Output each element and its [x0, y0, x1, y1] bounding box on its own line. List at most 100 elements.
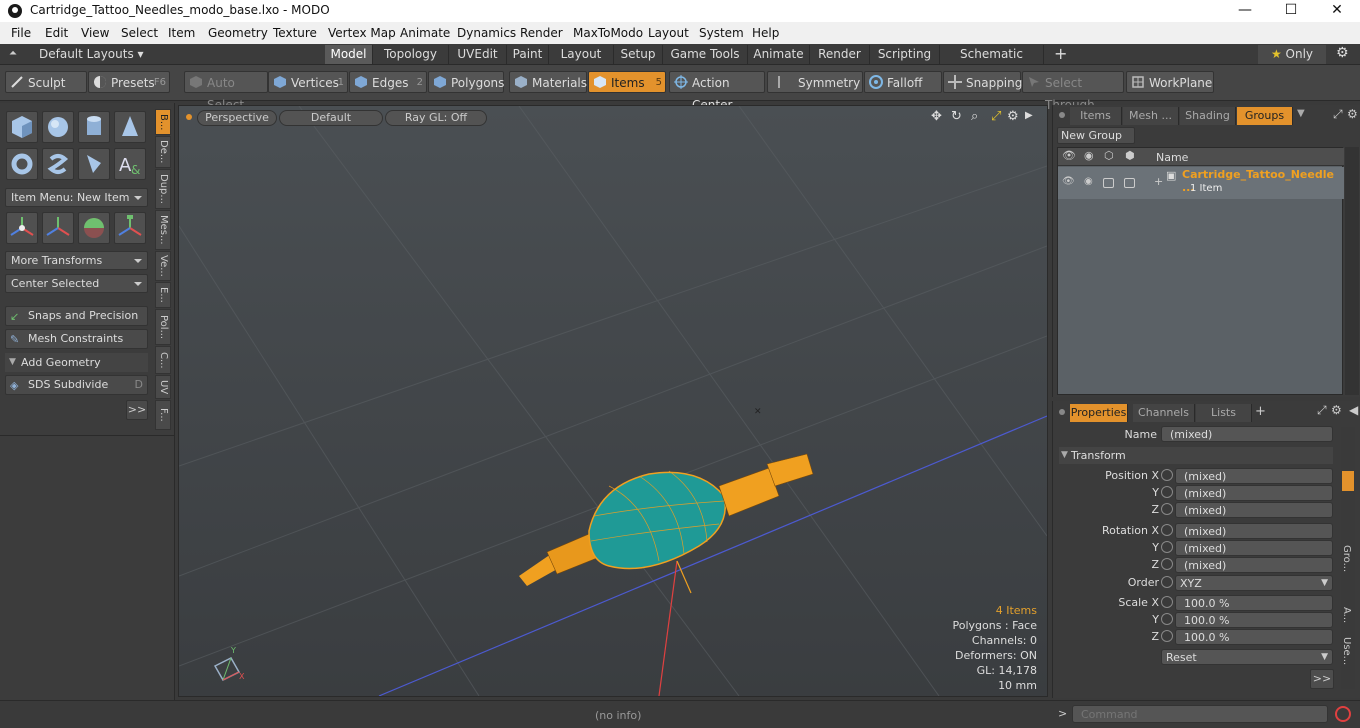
- scale-tool[interactable]: [114, 212, 146, 244]
- tab-mesh[interactable]: Mesh ...: [1123, 107, 1179, 125]
- presets-button[interactable]: Presets F6: [88, 71, 170, 93]
- tab-setup[interactable]: Setup: [614, 45, 663, 64]
- tab-channels[interactable]: Channels: [1133, 404, 1195, 422]
- visibility-column-icon[interactable]: 👁: [1062, 149, 1076, 162]
- rotation-x-field[interactable]: (mixed): [1175, 523, 1333, 539]
- sds-subdivide-button[interactable]: ◈ SDS Subdivide D: [5, 375, 148, 395]
- only-toggle[interactable]: ★ Only: [1258, 45, 1326, 64]
- side-tab-active[interactable]: [1342, 471, 1354, 491]
- menu-vertex-map[interactable]: Vertex Map: [328, 26, 396, 40]
- more-tools-button[interactable]: >>: [126, 400, 148, 420]
- tab-properties[interactable]: Properties: [1070, 404, 1128, 422]
- viewport-menu-dot-icon[interactable]: [186, 114, 192, 120]
- add-props-tab-button[interactable]: +: [1255, 404, 1266, 419]
- materials-button[interactable]: Materials: [509, 71, 587, 93]
- 3d-viewport[interactable]: ✕ Y X Perspective Default Ray GL: Off ✥ …: [178, 105, 1048, 697]
- record-icon[interactable]: [1335, 706, 1351, 722]
- lock-toggle-icon[interactable]: [1103, 178, 1114, 188]
- vtab-edge[interactable]: E...: [155, 282, 171, 308]
- tube-tool[interactable]: [78, 148, 110, 180]
- sculpt-button[interactable]: Sculpt: [5, 71, 87, 93]
- text-tool[interactable]: A &: [114, 148, 146, 180]
- menu-texture[interactable]: Texture: [273, 26, 317, 40]
- tab-render[interactable]: Render: [810, 45, 870, 64]
- rotation-y-anim-icon[interactable]: [1161, 541, 1173, 553]
- raygl-button[interactable]: Ray GL: Off: [385, 110, 487, 126]
- vtab-curve[interactable]: C...: [155, 346, 171, 374]
- tab-lists[interactable]: Lists: [1196, 404, 1252, 422]
- menu-render[interactable]: Render: [520, 26, 563, 40]
- tab-game-tools[interactable]: Game Tools: [663, 45, 748, 64]
- name-column-header[interactable]: Name: [1156, 151, 1188, 164]
- tab-scripting[interactable]: Scripting: [870, 45, 940, 64]
- position-x-field[interactable]: (mixed): [1175, 468, 1333, 484]
- scale-y-anim-icon[interactable]: [1161, 613, 1173, 625]
- cone-tool[interactable]: [114, 111, 146, 143]
- menu-view[interactable]: View: [81, 26, 109, 40]
- center-selected-dropdown[interactable]: Center Selected: [5, 274, 148, 293]
- falloff-button[interactable]: Falloff: [864, 71, 942, 93]
- menu-edit[interactable]: Edit: [45, 26, 68, 40]
- vtab-polygon[interactable]: Pol...: [155, 309, 171, 345]
- polygons-button[interactable]: Polygons: [428, 71, 504, 93]
- new-group-button[interactable]: New Group: [1057, 127, 1135, 144]
- side-tab-assembly[interactable]: A...: [1341, 607, 1352, 623]
- props-settings-icon[interactable]: ⚙: [1331, 403, 1342, 417]
- group-row[interactable]: 👁 ◉ + ▣ Cartridge_Tattoo_Needle ... 1 It…: [1058, 167, 1344, 199]
- order-anim-icon[interactable]: [1161, 576, 1173, 588]
- workplane-button[interactable]: WorkPlane: [1126, 71, 1214, 93]
- layout-collapse-icon[interactable]: ⏶: [9, 48, 17, 59]
- close-button[interactable]: ✕: [1314, 0, 1360, 22]
- vtab-basic[interactable]: B...: [155, 109, 171, 135]
- vtab-mesh-edit[interactable]: Mes...: [155, 210, 171, 250]
- rotate-tool[interactable]: [78, 212, 110, 244]
- items-button[interactable]: Items 5: [588, 71, 666, 93]
- menu-layout[interactable]: Layout: [648, 26, 689, 40]
- menu-geometry[interactable]: Geometry: [208, 26, 268, 40]
- torus-tool[interactable]: [6, 148, 38, 180]
- render-column-icon[interactable]: ◉: [1084, 149, 1094, 162]
- command-input[interactable]: [1072, 705, 1328, 723]
- select-toggle-icon[interactable]: [1124, 178, 1135, 188]
- move-tool[interactable]: [6, 212, 38, 244]
- panel-menu-dot-icon[interactable]: [1059, 112, 1065, 118]
- props-collapse-icon[interactable]: ◀: [1349, 403, 1358, 417]
- side-tab-user[interactable]: Use...: [1341, 637, 1352, 665]
- render-toggle-icon[interactable]: ◉: [1084, 176, 1093, 187]
- item-menu-dropdown[interactable]: Item Menu: New Item: [5, 188, 148, 207]
- edges-button[interactable]: Edges 2: [349, 71, 427, 93]
- sphere-tool[interactable]: [42, 111, 74, 143]
- scale-z-field[interactable]: 100.0 %: [1175, 629, 1333, 645]
- viewport-expand-icon[interactable]: ▶: [1025, 110, 1033, 121]
- scale-z-anim-icon[interactable]: [1161, 630, 1173, 642]
- position-y-anim-icon[interactable]: [1161, 486, 1173, 498]
- fit-icon[interactable]: ⤢: [991, 109, 1001, 124]
- rotation-y-field[interactable]: (mixed): [1175, 540, 1333, 556]
- vtab-uv[interactable]: UV: [155, 375, 171, 399]
- tab-topology[interactable]: Topology: [373, 45, 449, 64]
- visibility-toggle-icon[interactable]: 👁: [1062, 176, 1075, 187]
- tab-layout[interactable]: Layout: [549, 45, 614, 64]
- orbit-icon[interactable]: ↻: [951, 109, 962, 124]
- tab-animate[interactable]: Animate: [748, 45, 810, 64]
- cube-tool[interactable]: [6, 111, 38, 143]
- rotation-z-field[interactable]: (mixed): [1175, 557, 1333, 573]
- vtab-duplicate[interactable]: Dup...: [155, 169, 171, 209]
- vtab-vertex[interactable]: Ve...: [155, 251, 171, 281]
- pan-icon[interactable]: ✥: [931, 109, 942, 124]
- gear-icon[interactable]: ⚙: [1336, 45, 1349, 61]
- zoom-icon[interactable]: ⌕: [971, 109, 978, 124]
- scale-y-field[interactable]: 100.0 %: [1175, 612, 1333, 628]
- minimize-button[interactable]: —: [1222, 0, 1268, 22]
- tab-shading[interactable]: Shading: [1180, 107, 1236, 125]
- side-tab-groups[interactable]: Gro...: [1341, 545, 1352, 572]
- menu-maxtomodo[interactable]: MaxToModo: [573, 26, 643, 40]
- scale-x-field[interactable]: 100.0 %: [1175, 595, 1333, 611]
- symmetry-button[interactable]: Symmetry: [767, 71, 863, 93]
- perspective-button[interactable]: Perspective: [197, 110, 277, 126]
- menu-system[interactable]: System: [699, 26, 744, 40]
- capsule-tool[interactable]: [42, 148, 74, 180]
- menu-help[interactable]: Help: [752, 26, 779, 40]
- props-expand-icon[interactable]: ⤢: [1317, 403, 1327, 418]
- cylinder-tool[interactable]: [78, 111, 110, 143]
